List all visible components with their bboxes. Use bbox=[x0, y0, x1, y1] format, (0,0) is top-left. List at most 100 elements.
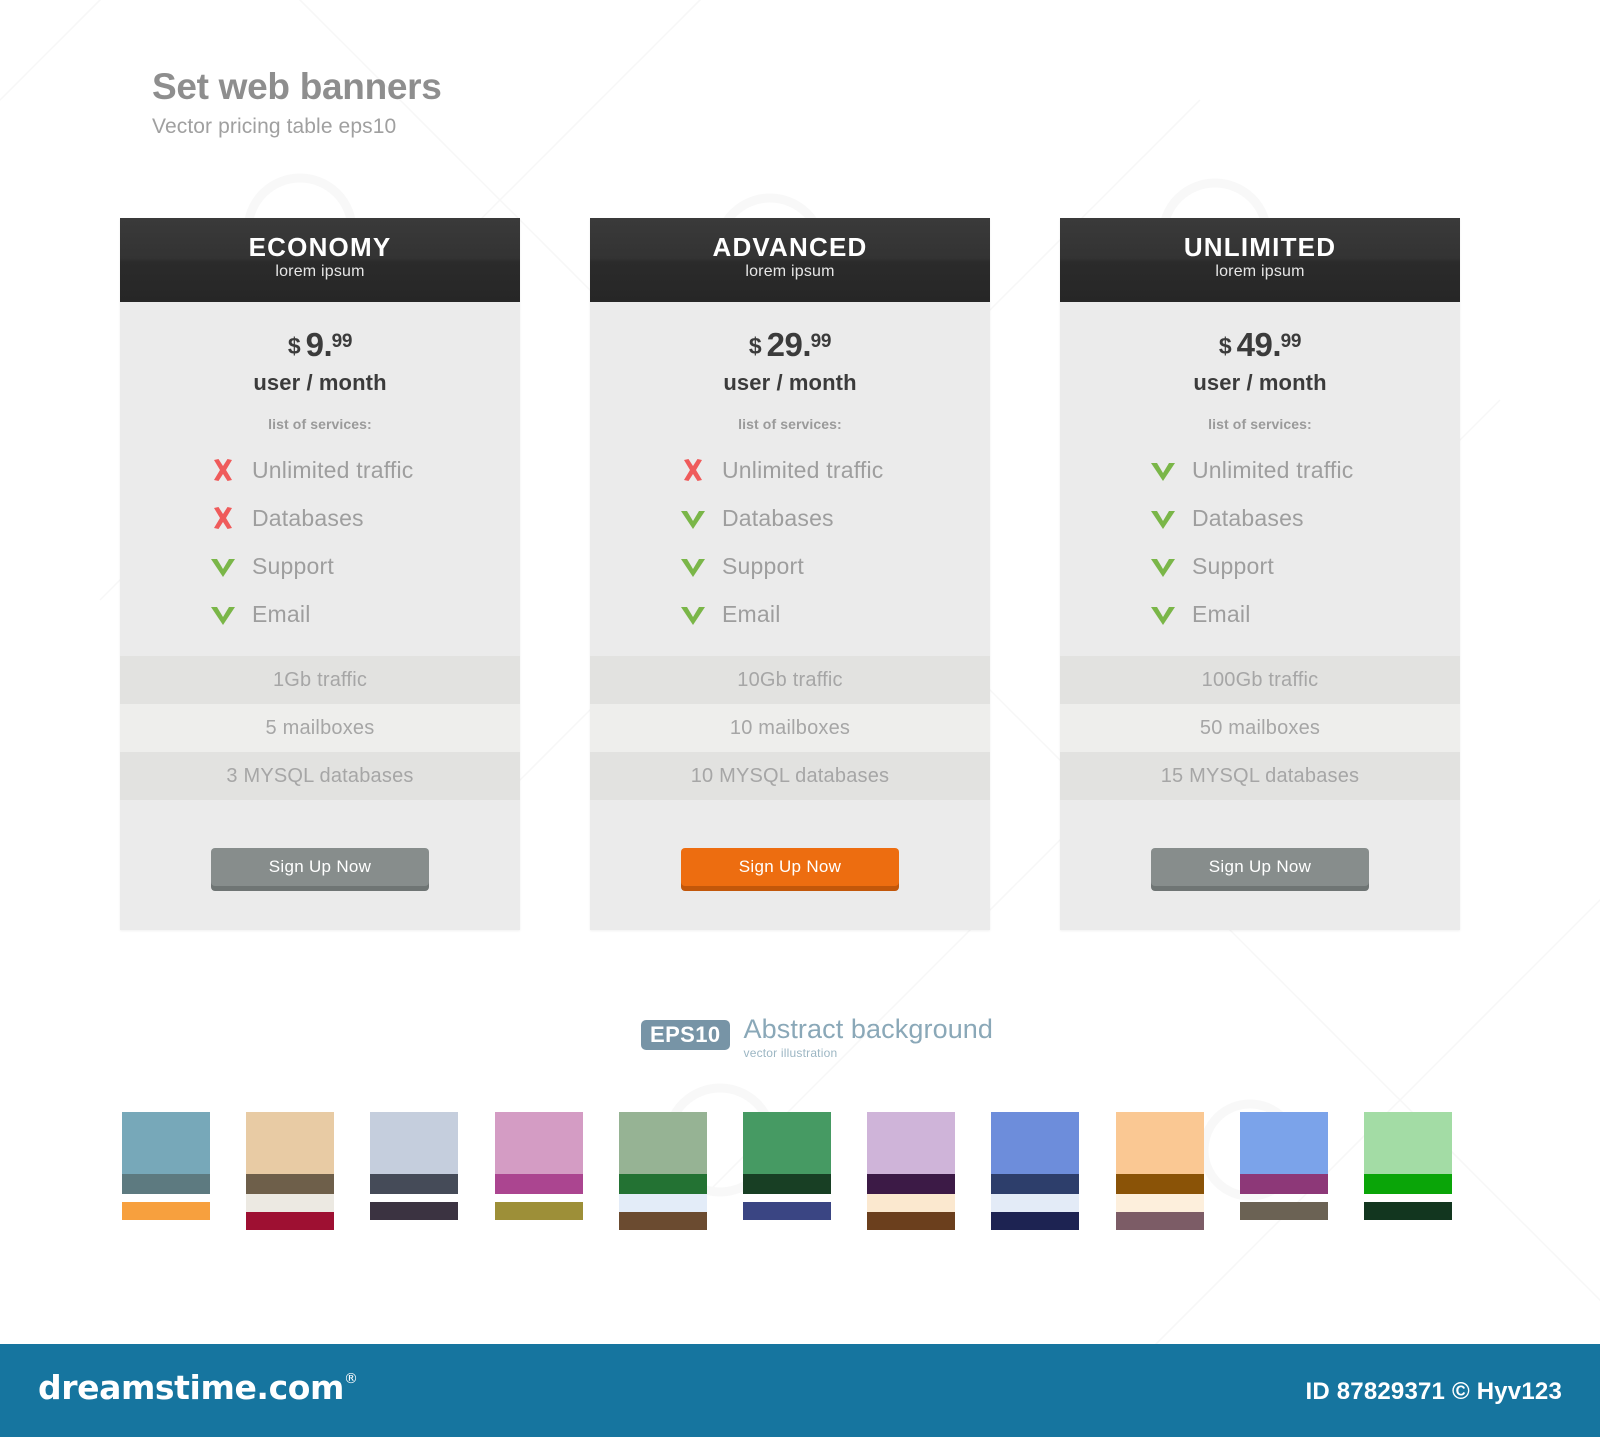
feature-label: Email bbox=[1192, 600, 1251, 627]
feature-label: Email bbox=[252, 600, 311, 627]
cta-container: Sign Up Now bbox=[120, 800, 520, 886]
palette-gap bbox=[1240, 1194, 1328, 1202]
palette-band bbox=[1115, 1174, 1204, 1194]
check-icon bbox=[678, 551, 708, 581]
check-icon bbox=[1148, 455, 1178, 485]
abstract-background-label: EPS10 Abstract background vector illustr… bbox=[641, 1016, 993, 1060]
feature-row: Unlimited traffic bbox=[590, 446, 990, 494]
sign-up-button[interactable]: Sign Up Now bbox=[1151, 848, 1369, 886]
card-title: ECONOMY bbox=[248, 232, 392, 262]
check-icon bbox=[208, 551, 238, 581]
palette-band bbox=[742, 1112, 831, 1174]
cta-container: Sign Up Now bbox=[590, 800, 990, 886]
palette-band bbox=[370, 1174, 459, 1194]
image-credit: ID 87829371 © Hyv123 bbox=[1305, 1378, 1562, 1405]
sign-up-button[interactable]: Sign Up Now bbox=[211, 848, 429, 886]
color-palette[interactable] bbox=[370, 1112, 459, 1230]
palette-gap bbox=[122, 1194, 210, 1202]
feature-label: Support bbox=[722, 552, 804, 579]
palette-band bbox=[618, 1212, 707, 1230]
feature-label: Unlimited traffic bbox=[1192, 456, 1354, 483]
spec-row: 10 MYSQL databases bbox=[590, 752, 990, 800]
color-palette[interactable] bbox=[867, 1112, 956, 1230]
card-subtitle: lorem ipsum bbox=[1215, 263, 1305, 281]
palette-gap bbox=[1364, 1194, 1452, 1202]
palette-band bbox=[494, 1112, 583, 1174]
palette-gap bbox=[743, 1194, 831, 1202]
color-palette[interactable] bbox=[246, 1112, 335, 1230]
dreamstime-logo[interactable]: dreamstime.com® bbox=[38, 1368, 358, 1407]
feature-row: Unlimited traffic bbox=[120, 446, 520, 494]
brand-text: dreamstime.com bbox=[38, 1368, 344, 1407]
pricing-card-advanced: ADVANCED lorem ipsum $29.99 user / month lis… bbox=[590, 218, 990, 930]
feature-row: Databases bbox=[120, 494, 520, 542]
feature-label: Unlimited traffic bbox=[722, 456, 884, 483]
services-label: list of services: bbox=[738, 416, 842, 432]
spec-row: 50 mailboxes bbox=[1060, 704, 1460, 752]
feature-row: Unlimited traffic bbox=[1060, 446, 1460, 494]
currency-symbol: $ bbox=[1218, 333, 1232, 359]
color-palette[interactable] bbox=[1239, 1112, 1328, 1230]
color-palette[interactable] bbox=[742, 1112, 831, 1230]
color-palette[interactable] bbox=[122, 1112, 210, 1230]
price: $29.99 bbox=[590, 328, 990, 361]
palette-band bbox=[1239, 1174, 1328, 1194]
card-body: $49.99 user / month list of services: Unlim… bbox=[1060, 302, 1460, 886]
pricing-card-unlimited: UNLIMITED lorem ipsum $49.99 user / month li… bbox=[1060, 218, 1460, 930]
palette-band bbox=[370, 1112, 459, 1174]
card-header: ECONOMY lorem ipsum bbox=[120, 218, 520, 302]
palette-band bbox=[122, 1112, 210, 1174]
feature-label: Unlimited traffic bbox=[252, 456, 414, 483]
card-subtitle: lorem ipsum bbox=[745, 263, 835, 281]
palette-band bbox=[494, 1202, 583, 1220]
palette-band bbox=[1363, 1112, 1452, 1174]
palette-band bbox=[1363, 1202, 1452, 1220]
cross-icon bbox=[208, 503, 238, 533]
check-icon bbox=[1148, 551, 1178, 581]
feature-row: Databases bbox=[590, 494, 990, 542]
services-label: list of services: bbox=[268, 416, 372, 432]
color-palette[interactable] bbox=[1363, 1112, 1452, 1230]
feature-label: Databases bbox=[722, 504, 834, 531]
palette-band bbox=[618, 1112, 707, 1174]
card-title: UNLIMITED bbox=[1183, 232, 1337, 262]
price-integer: 49 bbox=[1236, 326, 1273, 363]
feature-list: Unlimited traffic Databases Support Email bbox=[1060, 446, 1460, 638]
cta-container: Sign Up Now bbox=[1060, 800, 1460, 886]
card-header: UNLIMITED lorem ipsum bbox=[1060, 218, 1460, 302]
color-palette[interactable] bbox=[1115, 1112, 1204, 1230]
check-icon bbox=[1148, 599, 1178, 629]
check-icon bbox=[678, 503, 708, 533]
color-palette[interactable] bbox=[494, 1112, 583, 1230]
palette-band bbox=[618, 1194, 707, 1212]
billing-period: user / month bbox=[1193, 370, 1327, 395]
sign-up-button[interactable]: Sign Up Now bbox=[681, 848, 899, 886]
palette-band bbox=[1239, 1202, 1328, 1220]
palette-band bbox=[991, 1174, 1080, 1194]
palette-band bbox=[246, 1112, 335, 1174]
feature-row: Support bbox=[120, 542, 520, 590]
spec-row: 10 mailboxes bbox=[590, 704, 990, 752]
card-body: $9.99 user / month list of services: Unlimi… bbox=[120, 302, 520, 886]
check-icon bbox=[678, 599, 708, 629]
spec-row: 100Gb traffic bbox=[1060, 656, 1460, 704]
price: $49.99 bbox=[1060, 328, 1460, 361]
price-integer: 29 bbox=[766, 326, 803, 363]
palette-band bbox=[991, 1194, 1080, 1212]
site-footer: dreamstime.com® ID 87829371 © Hyv123 bbox=[0, 1344, 1600, 1437]
spec-list: 100Gb traffic 50 mailboxes 15 MYSQL databa… bbox=[1060, 656, 1460, 800]
feature-row: Email bbox=[1060, 590, 1460, 638]
palette-band bbox=[1115, 1212, 1204, 1230]
check-icon bbox=[208, 599, 238, 629]
color-palette[interactable] bbox=[991, 1112, 1080, 1230]
page-title: Set web banners bbox=[152, 66, 442, 107]
pricing-table: ECONOMY lorem ipsum $9.99 user / month list … bbox=[120, 218, 1460, 930]
palette-band bbox=[246, 1174, 335, 1194]
color-palette[interactable] bbox=[618, 1112, 707, 1230]
spec-list: 10Gb traffic 10 mailboxes 10 MYSQL databas… bbox=[590, 656, 990, 800]
palette-band bbox=[867, 1112, 956, 1174]
price-cents: 99 bbox=[1280, 331, 1302, 352]
palette-band bbox=[867, 1194, 956, 1212]
card-title: ADVANCED bbox=[712, 232, 868, 262]
feature-label: Databases bbox=[1192, 504, 1304, 531]
